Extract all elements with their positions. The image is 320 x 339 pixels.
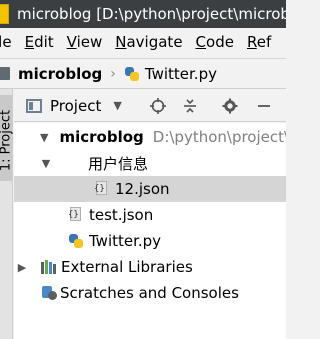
- project-tool-tab[interactable]: 1: Project: [0, 95, 14, 181]
- tree-item-label: 12.json: [115, 180, 170, 198]
- tree-item-user-info[interactable]: ▼ 用户信息: [14, 150, 286, 176]
- dropdown-arrow-icon[interactable]: ▼: [113, 99, 121, 112]
- scratches-icon: [40, 285, 58, 301]
- breadcrumb-project[interactable]: microblog: [18, 65, 102, 83]
- expand-arrow-icon[interactable]: ▼: [40, 131, 48, 144]
- collapse-all-icon[interactable]: [180, 97, 200, 115]
- breadcrumb-separator-icon: ›: [110, 65, 116, 82]
- tree-item-twitter-py[interactable]: Twitter.py: [14, 228, 286, 254]
- side-tool-strip: 1: Project: [0, 89, 14, 339]
- expand-arrow-icon[interactable]: ▼: [40, 157, 52, 170]
- menu-bar: ile Edit View Navigate Code Ref: [0, 28, 286, 56]
- python-file-icon: [124, 66, 140, 82]
- tree-item-path: D:\python\project\: [152, 128, 286, 146]
- project-tree: ▼ microblog D:\python\project\ ▼ 用户信息 {}…: [14, 123, 286, 339]
- breadcrumb-file[interactable]: Twitter.py: [145, 65, 217, 83]
- python-file-icon: [68, 233, 84, 249]
- minimize-icon[interactable]: [254, 97, 274, 115]
- json-file-icon: {}: [94, 181, 110, 197]
- project-tool-tab-label: 1: Project: [0, 109, 14, 172]
- folder-icon: [0, 67, 10, 80]
- project-view-icon: [26, 98, 42, 113]
- project-view-selector[interactable]: Project: [50, 97, 101, 115]
- tree-item-label: Scratches and Consoles: [60, 284, 239, 302]
- breadcrumb: microblog › Twitter.py: [0, 58, 286, 89]
- tree-item-label: External Libraries: [61, 258, 193, 276]
- libraries-icon: [40, 259, 58, 275]
- menu-navigate[interactable]: Navigate: [105, 33, 192, 51]
- tree-item-label: Twitter.py: [89, 232, 162, 250]
- tree-item-label: microblog: [59, 128, 144, 146]
- tree-item-test-json[interactable]: {} test.json: [14, 202, 286, 228]
- tree-item-12-json[interactable]: {} 12.json: [14, 176, 286, 202]
- window-title: microblog [D:\python\project\microb: [17, 5, 286, 23]
- tree-item-label: test.json: [89, 206, 154, 224]
- menu-view[interactable]: View: [57, 33, 113, 51]
- tree-item-label: 用户信息: [88, 154, 149, 173]
- json-file-icon: {}: [68, 207, 84, 223]
- gear-icon[interactable]: [220, 97, 240, 115]
- chevron-right-icon[interactable]: ▶: [16, 261, 28, 274]
- title-bar: microblog [D:\python\project\microb: [0, 0, 286, 28]
- menu-refactor[interactable]: Ref: [237, 33, 281, 51]
- project-panel-header: Project ▼: [14, 90, 286, 122]
- tree-item-external-libraries[interactable]: ▶ External Libraries: [14, 254, 286, 280]
- locate-icon[interactable]: [148, 97, 168, 115]
- menu-code[interactable]: Code: [186, 33, 244, 51]
- app-icon: [0, 4, 9, 24]
- tree-item-microblog[interactable]: ▼ microblog D:\python\project\: [14, 124, 286, 150]
- tree-item-scratches[interactable]: Scratches and Consoles: [14, 280, 286, 306]
